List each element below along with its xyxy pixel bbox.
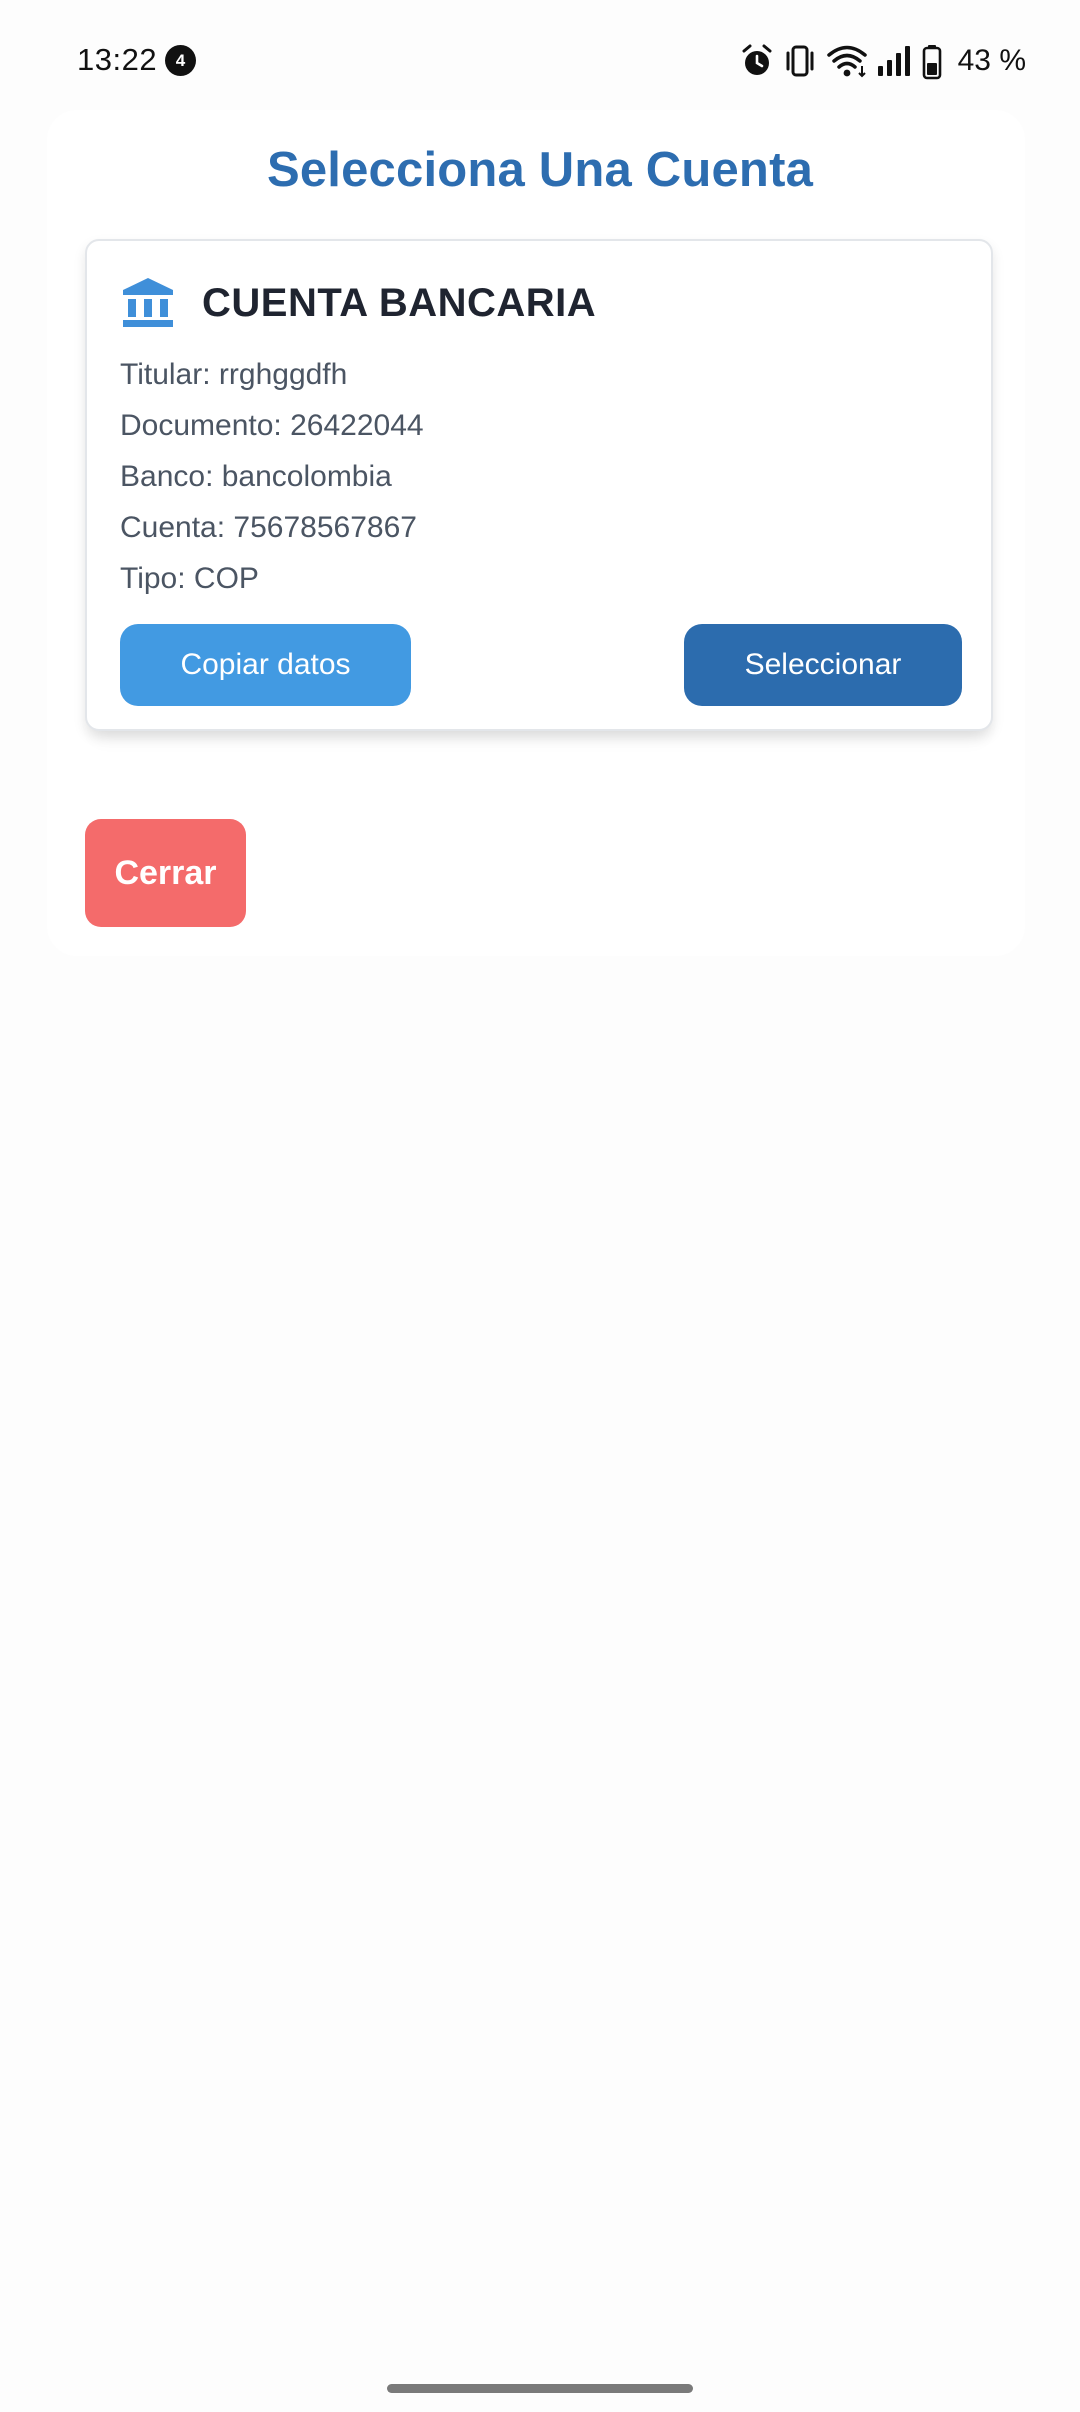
account-card: CUENTA BANCARIA Titular: rrghggdfh Docum…: [85, 239, 993, 731]
battery-percentage: 43 %: [957, 44, 1026, 77]
card-header: CUENTA BANCARIA: [120, 275, 920, 335]
tipo-field: Tipo: COP: [120, 562, 259, 595]
close-button[interactable]: Cerrar: [85, 819, 246, 927]
bank-icon: [123, 278, 173, 327]
notification-count-badge: 4: [165, 45, 196, 76]
home-indicator[interactable]: [387, 2384, 693, 2393]
card-title: CUENTA BANCARIA: [202, 281, 597, 325]
documento-field: Documento: 26422044: [120, 409, 424, 442]
status-time: 13:22: [77, 42, 158, 77]
select-account-button[interactable]: Seleccionar: [684, 624, 962, 706]
titular-field: Titular: rrghggdfh: [120, 358, 348, 391]
cuenta-field: Cuenta: 75678567867: [120, 511, 417, 544]
vibrate-icon: [786, 45, 814, 77]
status-bar: 13:22 4 43 %: [0, 0, 1080, 120]
page-title: Selecciona Una Cuenta: [266, 143, 814, 197]
wifi-icon: [827, 45, 867, 78]
signal-icon: [878, 46, 910, 76]
battery-icon: [922, 45, 942, 80]
banco-field: Banco: bancolombia: [120, 460, 392, 493]
copy-data-button[interactable]: Copiar datos: [120, 624, 411, 706]
status-icons: 43 %: [680, 38, 1080, 86]
alarm-icon: [742, 44, 772, 75]
